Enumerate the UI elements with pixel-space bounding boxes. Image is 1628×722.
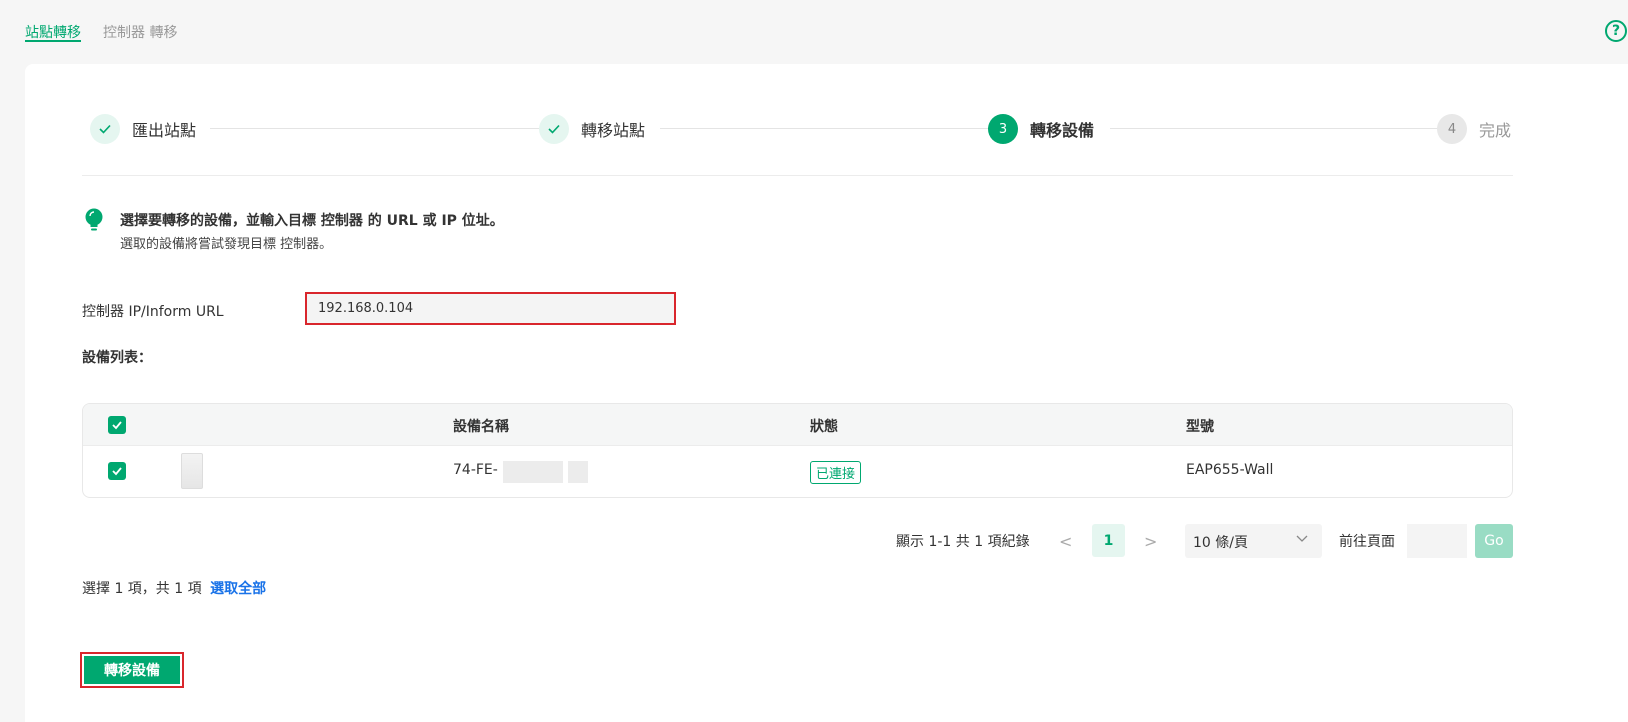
select-all-link[interactable]: 選取全部 — [210, 581, 266, 597]
selection-count: 選擇 1 項，共 1 項 — [82, 581, 202, 597]
migrate-devices-label: 轉移設備 — [84, 656, 180, 684]
go-button[interactable]: Go — [1475, 524, 1513, 558]
migrate-devices-button[interactable]: 轉移設備 — [80, 652, 184, 688]
redacted-block — [568, 461, 588, 483]
step-export-site: 匯出站點 — [90, 114, 207, 144]
goto-label: 前往頁面 — [1339, 534, 1395, 550]
step-finish: 4 完成 — [1437, 114, 1522, 144]
stepper: 匯出站點 轉移站點 3 轉移設備 4 完成 — [90, 114, 1537, 144]
column-device-name: 設備名稱 — [453, 419, 509, 435]
device-model: EAP655-Wall — [1186, 462, 1274, 478]
device-image — [181, 453, 203, 489]
pagination-info: 顯示 1-1 共 1 項紀錄 — [896, 534, 1030, 550]
chevron-left-icon[interactable]: < — [1059, 532, 1072, 551]
column-status: 狀態 — [810, 419, 838, 435]
step-migrate-site: 轉移站點 — [539, 114, 656, 144]
step-connector — [660, 128, 1000, 129]
step-number: 4 — [1437, 114, 1467, 144]
step-label: 完成 — [1479, 121, 1512, 140]
top-tabs: 站點轉移 控制器 轉移 — [25, 0, 177, 46]
lightbulb-icon — [85, 208, 103, 231]
help-icon[interactable]: ? — [1605, 20, 1627, 42]
controller-url-input[interactable] — [305, 292, 676, 325]
page-size-select[interactable]: 10 條/頁 — [1185, 524, 1322, 558]
divider — [82, 175, 1513, 176]
table-header: 設備名稱 狀態 型號 — [83, 404, 1512, 446]
step-number: 3 — [988, 114, 1018, 144]
device-list-label: 設備列表： — [82, 350, 152, 366]
goto-page-input[interactable] — [1407, 524, 1467, 558]
migration-card: 匯出站點 轉移站點 3 轉移設備 4 完成 選擇要轉移的設備，並輸入目標 控制器… — [25, 64, 1628, 722]
step-label: 匯出站點 — [132, 121, 197, 140]
device-name: 74-FE- — [453, 462, 498, 478]
device-table: 設備名稱 狀態 型號 74-FE- 已連接 EAP655-Wall — [82, 403, 1513, 498]
row-checkbox[interactable] — [108, 462, 126, 480]
check-icon — [90, 114, 120, 144]
pagination: 顯示 1-1 共 1 項紀錄 < 1 > 10 條/頁 前往頁面 Go — [25, 524, 1513, 558]
table-row[interactable]: 74-FE- 已連接 EAP655-Wall — [83, 446, 1512, 497]
controller-url-label: 控制器 IP/Inform URL — [82, 304, 224, 320]
tab-controller-migration[interactable]: 控制器 轉移 — [103, 0, 177, 46]
step-label: 轉移設備 — [1030, 121, 1095, 140]
chevron-right-icon[interactable]: > — [1144, 532, 1157, 551]
step-migrate-devices: 3 轉移設備 — [988, 114, 1105, 144]
step-label: 轉移站點 — [581, 121, 646, 140]
page-number-button[interactable]: 1 — [1092, 524, 1125, 557]
step-connector — [210, 128, 550, 129]
select-all-checkbox[interactable] — [108, 416, 126, 434]
status-badge: 已連接 — [810, 461, 862, 484]
column-model: 型號 — [1186, 419, 1214, 435]
tip-title: 選擇要轉移的設備，並輸入目標 控制器 的 URL 或 IP 位址。 — [120, 213, 504, 229]
check-icon — [539, 114, 569, 144]
selection-info: 選擇 1 項，共 1 項 選取全部 — [82, 578, 266, 598]
chevron-down-icon — [1296, 532, 1308, 546]
tab-site-migration[interactable]: 站點轉移 — [25, 0, 81, 42]
page-size-value: 10 條/頁 — [1193, 535, 1248, 551]
redacted-block — [503, 461, 563, 483]
step-connector — [1110, 128, 1450, 129]
tip-subtitle: 選取的設備將嘗試發現目標 控制器。 — [120, 237, 333, 252]
